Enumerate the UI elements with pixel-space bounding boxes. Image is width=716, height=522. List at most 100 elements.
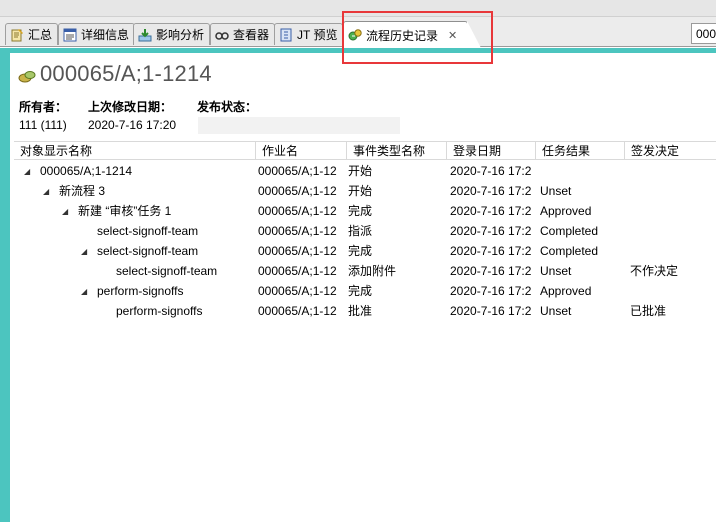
tab-label: 详细信息 xyxy=(81,28,130,42)
table-row[interactable]: select-signoff-team 000065/A;1-12 添加附件 2020… xyxy=(14,261,716,281)
tab-viewer[interactable]: 查看器 xyxy=(210,23,276,45)
event-type-cell: 开始 xyxy=(348,164,373,178)
event-type-cell: 完成 xyxy=(348,284,373,298)
logged-date-cell: 2020-7-16 17:2 xyxy=(450,284,532,298)
tab-jt-preview[interactable]: JT 预览 xyxy=(274,23,344,45)
expand-toggle-icon[interactable]: ◢ xyxy=(81,282,91,301)
signoff-decision-cell xyxy=(630,201,714,221)
table-row[interactable]: ◢ 新建 “审核”任务 1 000065/A;1-12 完成 2020-7-16 17:… xyxy=(14,201,716,221)
tab-label: 流程历史记录 xyxy=(366,28,439,43)
job-name-cell: 000065/A;1-12 xyxy=(258,244,337,258)
column-header-object-name[interactable]: 对象显示名称 xyxy=(14,142,256,160)
object-name-text: 新建 “审核”任务 1 xyxy=(78,204,172,218)
column-header-signoff-decision[interactable]: 签发决定 xyxy=(625,142,716,160)
task-result-cell: Unset xyxy=(540,304,572,318)
object-name-text: perform-signoffs xyxy=(97,284,184,298)
table-header: 对象显示名称 作业名 事件类型名称 登录日期 任务结果 签发决定 xyxy=(14,141,716,160)
object-name-text: perform-signoffs xyxy=(116,304,203,318)
table-row[interactable]: perform-signoffs 000065/A;1-12 批准 2020-7-16… xyxy=(14,301,716,321)
last-modified-value: 2020-7-16 17:20 xyxy=(88,118,177,132)
column-header-logged-date[interactable]: 登录日期 xyxy=(447,142,536,160)
logged-date-cell: 2020-7-16 17:2 xyxy=(450,244,532,258)
logged-date-cell: 2020-7-16 17:2 xyxy=(450,304,532,318)
table-body: ◢ 000065/A;1-1214 000065/A;1-12 开始 2020-7-16… xyxy=(14,161,716,321)
owner-value: 111 (111) xyxy=(19,118,67,132)
object-name-cell: select-signoff-team xyxy=(100,261,256,281)
object-name-text: select-signoff-team xyxy=(97,244,199,258)
object-name-cell: ◢ 000065/A;1-1214 xyxy=(24,161,256,181)
tab-label: JT 预览 xyxy=(297,28,338,42)
expand-toggle-icon[interactable]: ◢ xyxy=(43,182,53,201)
object-header: 000065/A;1-1214 xyxy=(18,58,212,90)
event-type-cell: 添加附件 xyxy=(348,264,397,278)
table-row[interactable]: ◢ perform-signoffs 000065/A;1-12 完成 2020-7-1… xyxy=(14,281,716,301)
logged-date-cell: 2020-7-16 17:2 xyxy=(450,224,532,238)
object-name-cell: ◢ 新建 “审核”任务 1 xyxy=(62,201,256,221)
column-header-task-result[interactable]: 任务结果 xyxy=(536,142,625,160)
process-history-icon xyxy=(348,28,362,42)
tab-label: 影响分析 xyxy=(156,28,205,42)
task-result-cell: Completed xyxy=(540,224,599,238)
object-name-cell: ◢ perform-signoffs xyxy=(81,281,256,301)
signoff-decision-cell xyxy=(630,161,714,181)
table-row[interactable]: ◢ 000065/A;1-1214 000065/A;1-12 开始 2020-7-16… xyxy=(14,161,716,181)
task-result-cell xyxy=(540,161,628,181)
signoff-decision-cell xyxy=(630,241,714,261)
event-type-cell: 完成 xyxy=(348,204,373,218)
details-icon xyxy=(63,28,77,42)
tab-label: 汇总 xyxy=(28,28,53,42)
column-header-job-name[interactable]: 作业名 xyxy=(256,142,347,160)
tab-label: 查看器 xyxy=(233,28,270,42)
expand-toggle-icon[interactable]: ◢ xyxy=(81,242,91,261)
expand-toggle-icon[interactable]: ◢ xyxy=(62,202,72,221)
search-input[interactable]: 000 xyxy=(691,23,716,44)
tab-summary[interactable]: 汇总 xyxy=(5,23,59,45)
task-result-cell: Unset xyxy=(540,264,572,278)
job-name-cell: 000065/A;1-12 xyxy=(258,304,337,318)
object-name-text: 000065/A;1-1214 xyxy=(40,164,133,178)
job-name-cell: 000065/A;1-12 xyxy=(258,264,337,278)
logged-date-cell: 2020-7-16 17:2 xyxy=(450,204,532,218)
event-type-cell: 指派 xyxy=(348,224,373,238)
task-result-cell: Completed xyxy=(540,244,599,258)
table-row[interactable]: select-signoff-team 000065/A;1-12 指派 2020-7… xyxy=(14,221,716,241)
process-history-table: 对象显示名称 作业名 事件类型名称 登录日期 任务结果 签发决定 ◢ 000065… xyxy=(14,141,716,321)
signoff-decision-cell: 已批准 xyxy=(630,304,667,318)
impact-analysis-icon xyxy=(138,28,152,42)
view-tab-bar: 汇总 详细信息 影响分析 查看器 JT 预览 流程历史记录 ✕ xyxy=(0,17,716,48)
close-tab-icon[interactable]: ✕ xyxy=(448,29,457,42)
object-name-cell: ◢ select-signoff-team xyxy=(81,241,256,261)
signoff-decision-cell: 不作决定 xyxy=(630,264,679,278)
object-name-cell: select-signoff-team xyxy=(81,221,256,241)
tab-details[interactable]: 详细信息 xyxy=(58,23,136,45)
object-name-text: 新流程 3 xyxy=(59,184,106,198)
table-row[interactable]: ◢ select-signoff-team 000065/A;1-12 完成 2020-… xyxy=(14,241,716,261)
job-name-cell: 000065/A;1-12 xyxy=(258,284,337,298)
item-revision-icon xyxy=(18,69,36,87)
event-type-cell: 完成 xyxy=(348,244,373,258)
object-name-text: select-signoff-team xyxy=(97,224,199,238)
expand-toggle-icon[interactable]: ◢ xyxy=(24,162,34,181)
job-name-cell: 000065/A;1-12 xyxy=(258,184,337,198)
object-name-cell: ◢ 新流程 3 xyxy=(43,181,256,201)
owner-label: 所有者： xyxy=(19,100,68,114)
tab-process-history[interactable]: 流程历史记录 ✕ xyxy=(343,21,482,48)
task-result-cell: Approved xyxy=(540,204,592,218)
event-type-cell: 批准 xyxy=(348,304,373,318)
object-name-text: select-signoff-team xyxy=(116,264,218,278)
event-type-cell: 开始 xyxy=(348,184,373,198)
logged-date-cell: 2020-7-16 17:2 xyxy=(450,264,532,278)
window-top-strip xyxy=(0,0,716,17)
column-header-event-type[interactable]: 事件类型名称 xyxy=(347,142,447,160)
job-name-cell: 000065/A;1-12 xyxy=(258,204,337,218)
signoff-decision-cell xyxy=(630,281,714,301)
job-name-cell: 000065/A;1-12 xyxy=(258,164,337,178)
jt-preview-icon xyxy=(279,28,293,42)
last-modified-label: 上次修改日期： xyxy=(88,100,173,114)
release-status-value-bg xyxy=(198,117,400,134)
table-row[interactable]: ◢ 新流程 3 000065/A;1-12 开始 2020-7-16 17:2 Unset xyxy=(14,181,716,201)
object-name-cell: perform-signoffs xyxy=(100,301,256,321)
tab-impact-analysis[interactable]: 影响分析 xyxy=(133,23,211,45)
job-name-cell: 000065/A;1-12 xyxy=(258,224,337,238)
task-result-cell: Approved xyxy=(540,284,592,298)
